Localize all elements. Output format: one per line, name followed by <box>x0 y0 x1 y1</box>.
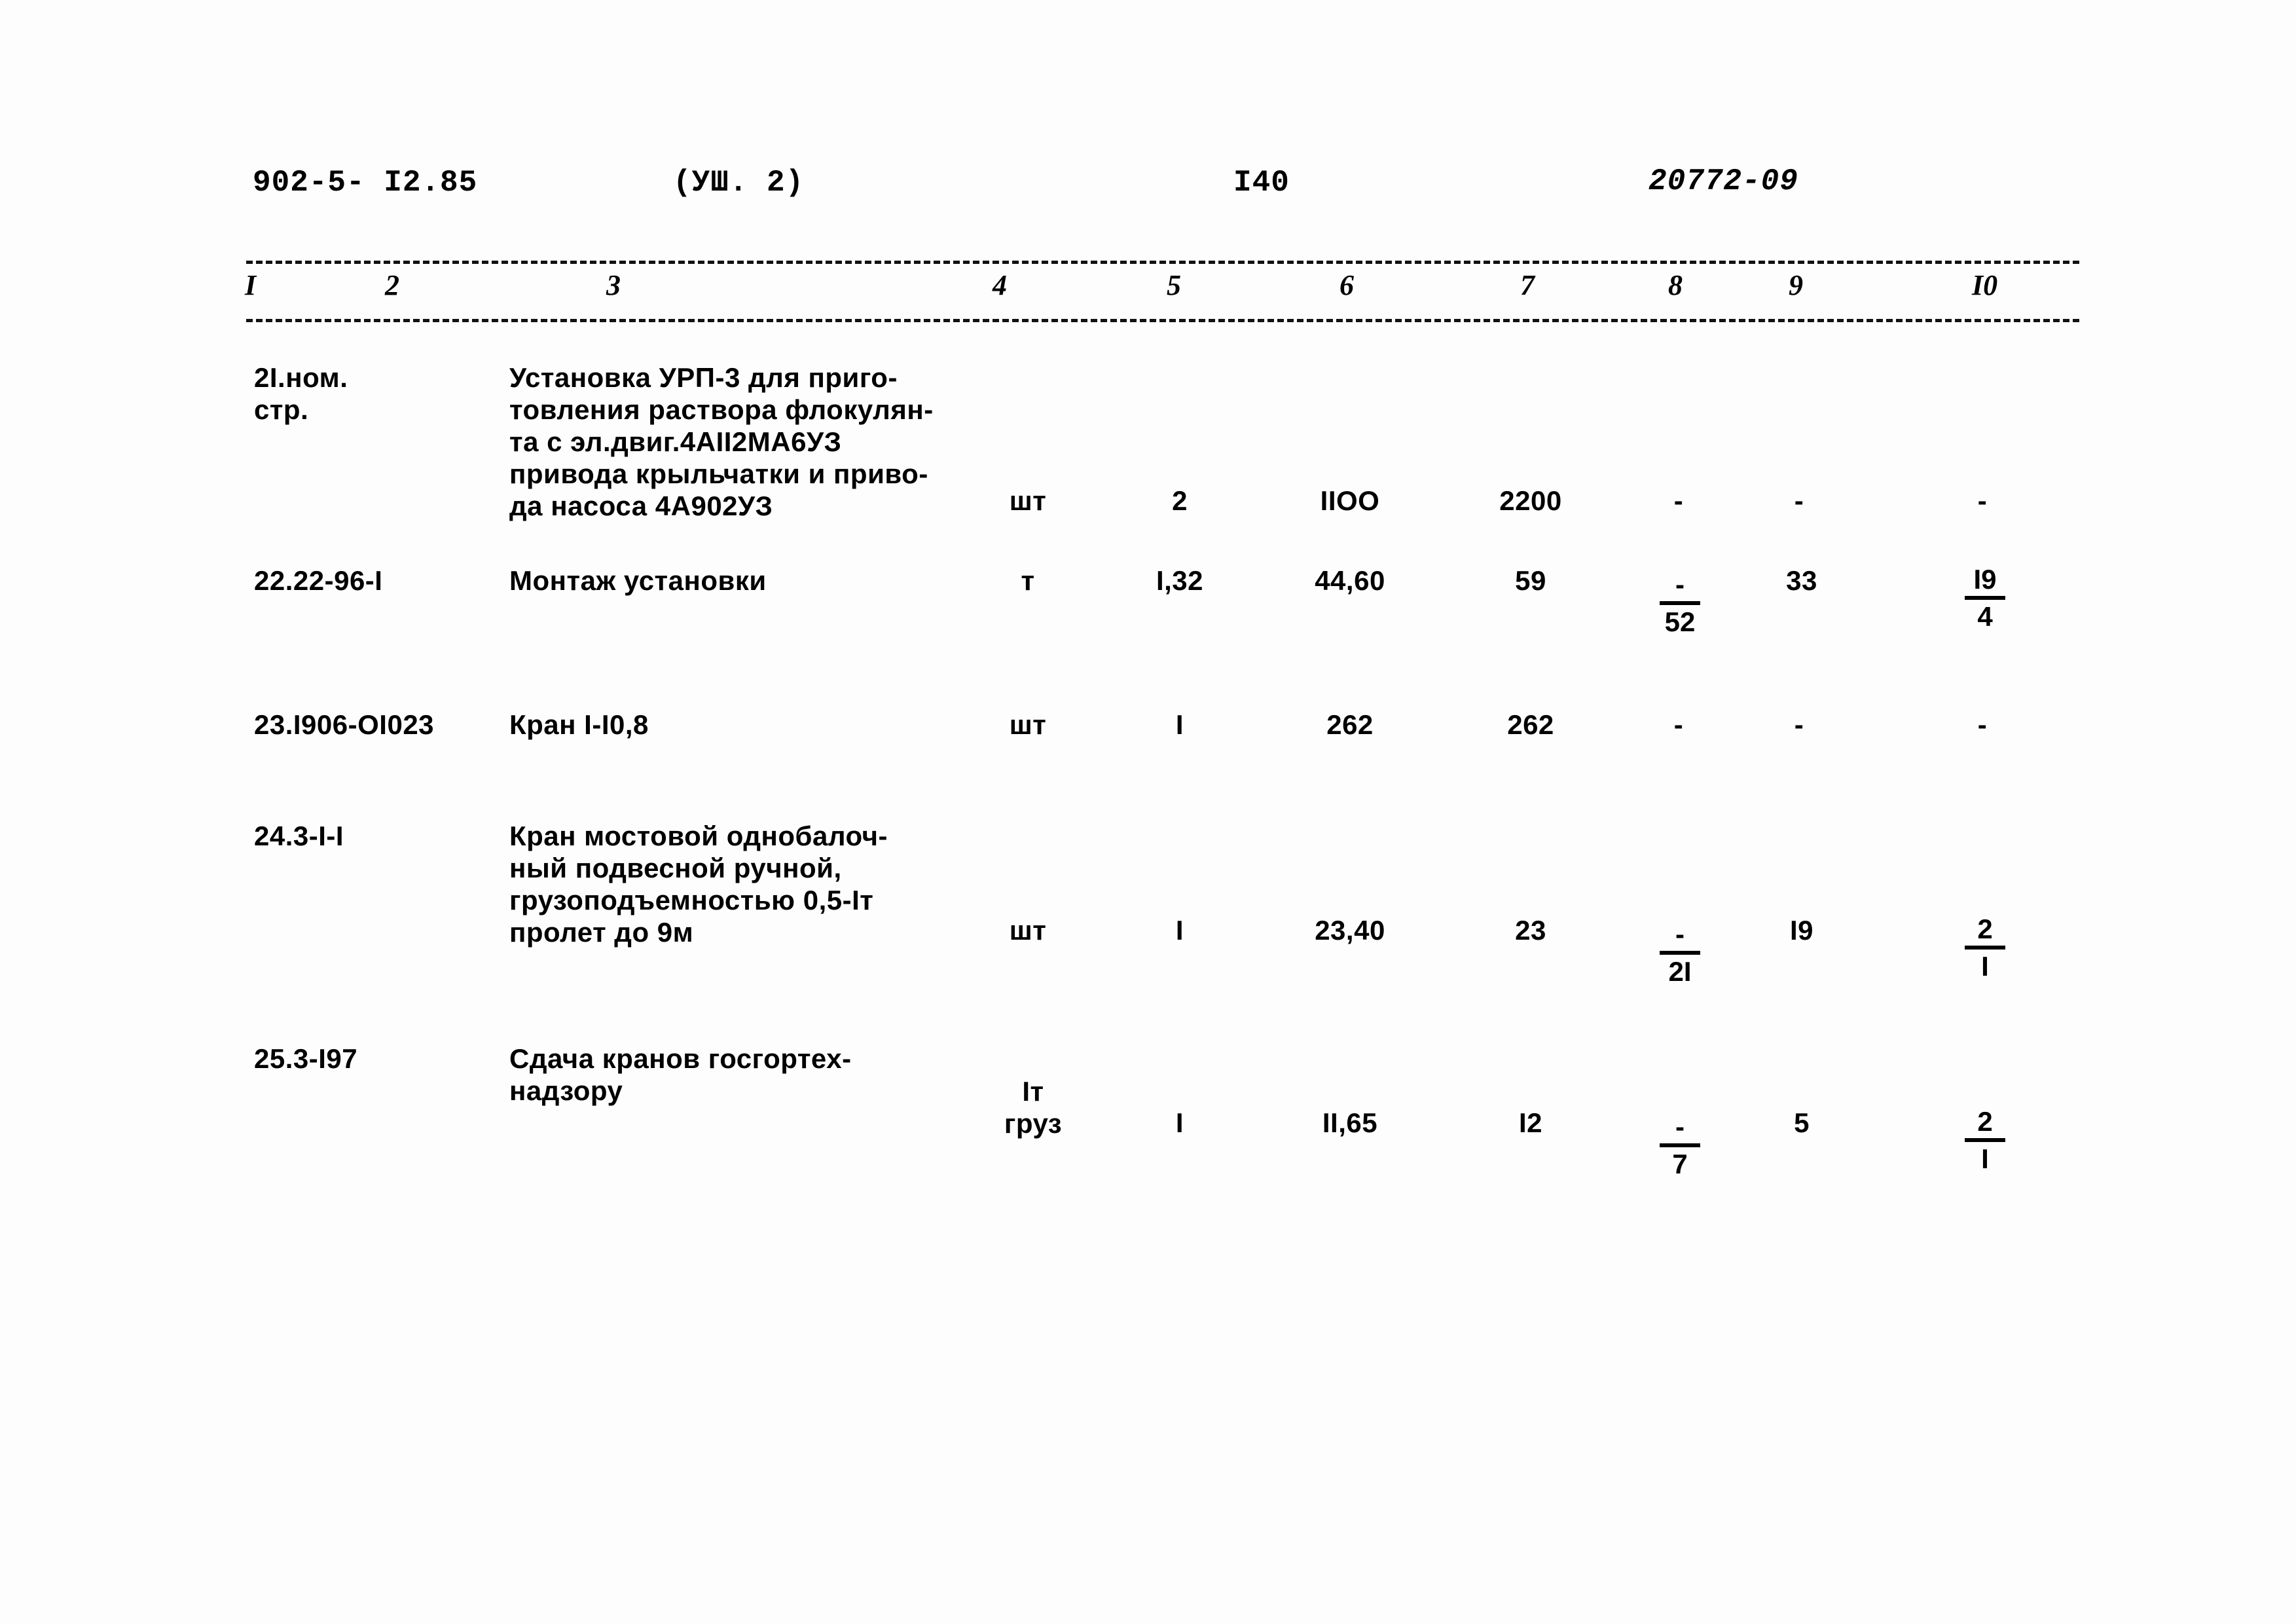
row-unit-cost: 23,40 <box>1315 915 1385 946</box>
row-col10-numerator: I9 <box>1973 564 1997 595</box>
row-col9: 33 <box>1786 565 1817 596</box>
fraction-bar <box>1965 946 2005 950</box>
row-col8-numerator: - <box>1675 1111 1685 1142</box>
row-description: Сдача кранов госгортех- надзору <box>509 1043 852 1106</box>
row-description: Установка УРП-3 для приго- товления раст… <box>509 362 934 521</box>
row-col10-numerator: 2 <box>1977 913 1993 944</box>
row-unit: шт <box>1009 709 1047 740</box>
row-unit-cost: II,65 <box>1322 1107 1378 1138</box>
row-col10: - <box>1977 485 1988 516</box>
row-unit: т <box>1021 565 1035 596</box>
row-quantity: I,32 <box>1156 565 1204 596</box>
row-col9: - <box>1794 485 1804 516</box>
row-unit-cost: 262 <box>1326 709 1374 740</box>
row-col10-numerator: 2 <box>1977 1106 1993 1137</box>
row-col10-fraction: 2 I <box>1965 1107 2005 1174</box>
row-quantity: I <box>1175 709 1184 740</box>
row-unit: шт <box>1009 915 1047 946</box>
row-description: Монтаж установки <box>509 565 767 596</box>
row-col10: - <box>1977 709 1988 740</box>
row-quantity: 2 <box>1172 485 1188 516</box>
row-col8-fraction: - 7 <box>1660 1112 1700 1179</box>
row-col10-denominator: I <box>1981 1143 1989 1174</box>
row-col9: - <box>1794 709 1804 740</box>
row-total-cost: 262 <box>1507 709 1554 740</box>
row-col8-numerator: - <box>1675 919 1685 950</box>
row-col10-denominator: 4 <box>1977 601 1993 632</box>
row-quantity: I <box>1175 1107 1184 1138</box>
row-total-cost: 59 <box>1515 565 1546 596</box>
row-col8-fraction: - 2I <box>1660 919 1700 987</box>
row-description: Кран мостовой однобалоч- ный подвесной р… <box>509 821 888 948</box>
row-unit-cost: 44,60 <box>1315 565 1385 596</box>
row-col8-fraction: - 52 <box>1660 570 1700 637</box>
row-col9: 5 <box>1794 1107 1810 1138</box>
row-unit: шт <box>1009 485 1047 516</box>
table-body: 2I.ном. стр. Установка УРП-3 для приго- … <box>0 0 2296 1624</box>
row-col8-numerator: - <box>1675 569 1685 600</box>
row-col8-denominator: 7 <box>1672 1149 1688 1179</box>
fraction-bar <box>1660 601 1700 605</box>
fraction-bar <box>1660 1143 1700 1147</box>
row-col8: - <box>1673 485 1684 516</box>
row-total-cost: 2200 <box>1499 485 1562 516</box>
document-page: 902-5- I2.85 (УШ. 2) I40 20772-09 I 2 3 … <box>0 0 2296 1624</box>
fraction-bar <box>1660 951 1700 955</box>
row-unit: Iт груз <box>1004 1076 1063 1139</box>
row-position-code: 23.I906-OI023 <box>254 709 435 740</box>
row-col10-denominator: I <box>1981 951 1989 982</box>
row-col8-denominator: 52 <box>1664 606 1696 637</box>
row-description: Кран I-I0,8 <box>509 709 649 740</box>
fraction-bar <box>1965 596 2005 600</box>
row-col10-fraction: I9 4 <box>1965 564 2005 632</box>
row-total-cost: 23 <box>1515 915 1546 946</box>
row-col8-denominator: 2I <box>1668 956 1692 987</box>
row-unit-cost: IIOO <box>1320 485 1380 516</box>
row-col9: I9 <box>1789 915 1814 946</box>
row-position-code: 25.3-I97 <box>254 1043 358 1074</box>
fraction-bar <box>1965 1138 2005 1142</box>
row-position-code: 24.3-I-I <box>254 821 344 851</box>
row-quantity: I <box>1175 915 1184 946</box>
row-col10-fraction: 2 I <box>1965 914 2005 982</box>
row-col8: - <box>1673 709 1684 740</box>
row-position-code: 22.22-96-I <box>254 565 383 596</box>
row-total-cost: I2 <box>1518 1107 1543 1138</box>
row-position-code: 2I.ном. стр. <box>254 362 348 425</box>
